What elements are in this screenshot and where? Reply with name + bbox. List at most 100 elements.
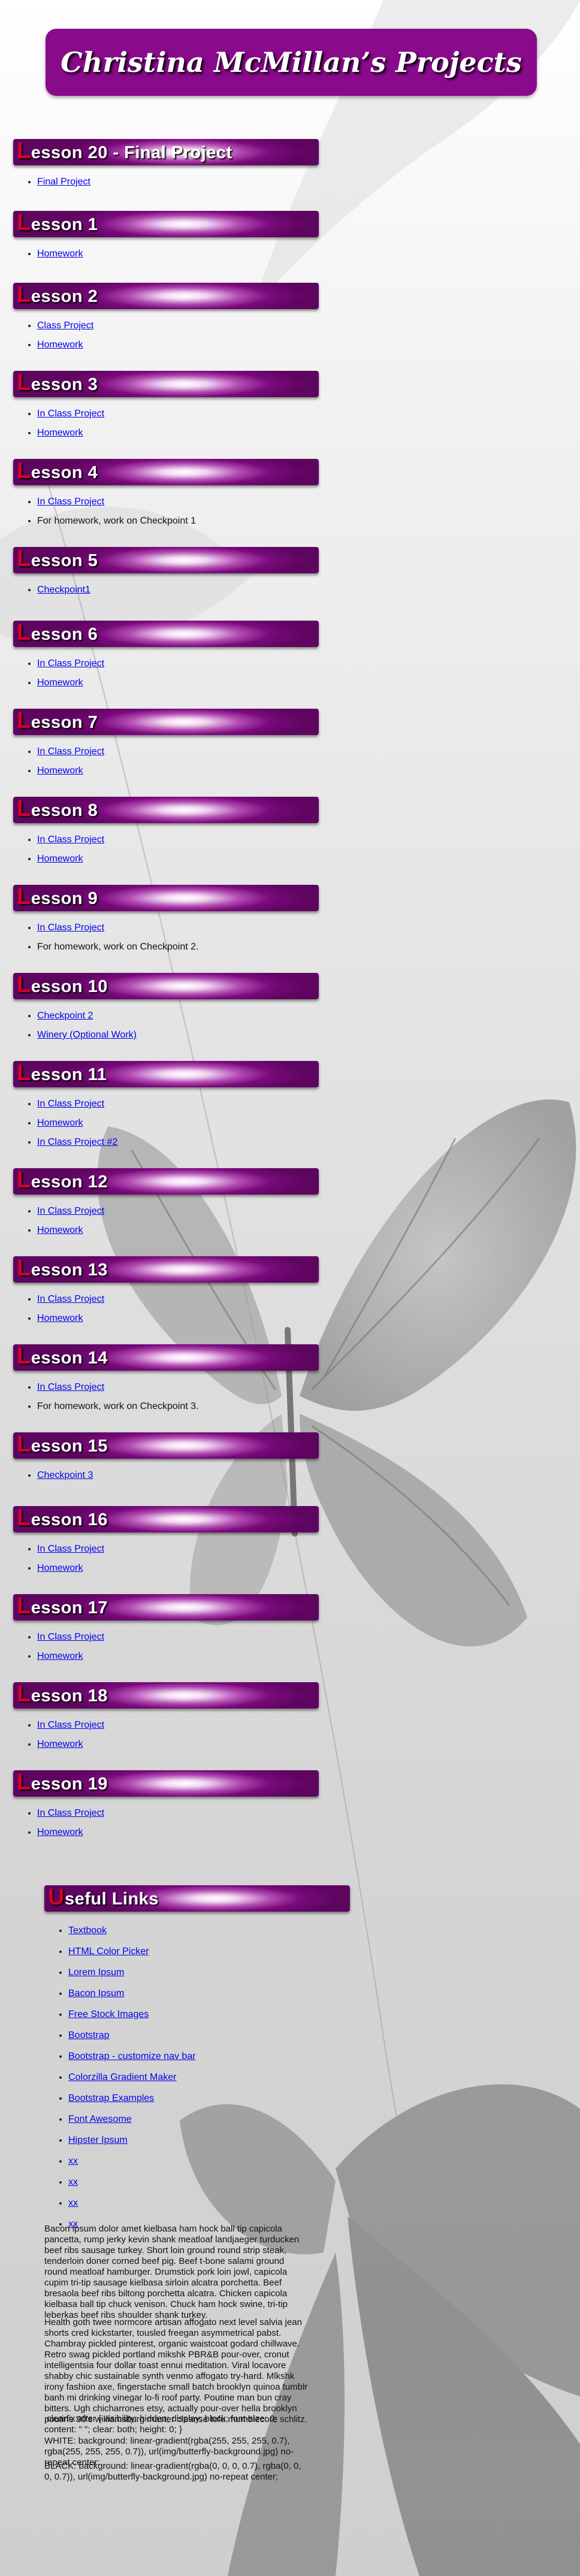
useful-link[interactable]: Textbook: [68, 1925, 107, 1936]
lesson-section: Lesson 14 In Class Project For homework, w…: [13, 1344, 319, 1420]
lesson-link[interactable]: Class Project: [37, 321, 93, 331]
list-item: Lorem Ipsum: [68, 1967, 350, 1979]
lesson-link[interactable]: Homework: [37, 1563, 83, 1573]
lesson-link[interactable]: Homework: [37, 249, 83, 259]
lesson-link[interactable]: Homework: [37, 1827, 83, 1837]
lesson-link[interactable]: Checkpoint1: [37, 585, 90, 595]
lesson-link[interactable]: Homework: [37, 428, 83, 438]
lesson-header-bar: Lesson 6: [13, 621, 319, 647]
useful-link[interactable]: Bootstrap Examples: [68, 2093, 154, 2103]
lesson-link[interactable]: Homework: [37, 678, 83, 688]
lesson-link[interactable]: Homework: [37, 340, 83, 350]
lesson-section: Lesson 2 Class Project Homework: [13, 283, 319, 358]
list-item: In Class Project: [37, 1205, 319, 1217]
lesson-items: In Class Project Homework: [13, 658, 319, 689]
useful-link[interactable]: HTML Color Picker: [68, 1946, 149, 1957]
page-header: Christina McMillan’s Projects: [46, 29, 537, 96]
lesson-link[interactable]: In Class Project: [37, 1294, 104, 1304]
lesson-header-bar: Lesson 13: [13, 1256, 319, 1283]
useful-link[interactable]: Lorem Ipsum: [68, 1967, 124, 1978]
useful-link[interactable]: xx: [68, 2177, 78, 2187]
lesson-items: In Class Project Homework: [13, 746, 319, 777]
lesson-section: Lesson 3 In Class Project Homework: [13, 371, 319, 446]
lesson-link[interactable]: In Class Project: [37, 1720, 104, 1730]
lesson-heading: Lesson 9: [17, 884, 98, 909]
lesson-items: In Class Project For homework, work on Ch…: [13, 496, 319, 527]
paragraph: BLACK: background: linear-gradient(rgba(…: [44, 2461, 301, 2482]
list-item: Checkpoint 3: [37, 1470, 319, 1481]
lesson-link[interactable]: In Class Project: [37, 1382, 104, 1392]
lesson-items: In Class Project Homework: [13, 1205, 319, 1236]
lesson-header-bar: Lesson 9: [13, 885, 319, 911]
list-item: Homework: [37, 1117, 319, 1129]
lesson-heading: Lesson 18: [17, 1682, 108, 1707]
lesson-link[interactable]: Homework: [37, 1118, 83, 1128]
useful-link[interactable]: Bacon Ipsum: [68, 1988, 124, 1998]
useful-link[interactable]: xx: [68, 2198, 78, 2208]
useful-link[interactable]: Hipster Ipsum: [68, 2135, 128, 2145]
lesson-heading: Lesson 19: [17, 1770, 108, 1795]
list-item: Homework: [37, 427, 319, 439]
lesson-link[interactable]: In Class Project: [37, 658, 104, 669]
lesson-heading: Lesson 4: [17, 458, 98, 483]
lesson-link[interactable]: In Class Project: [37, 497, 104, 507]
list-item: In Class Project: [37, 1098, 319, 1110]
lesson-header-bar: Lesson 19: [13, 1770, 319, 1797]
lesson-items: In Class Project Homework: [13, 834, 319, 865]
useful-link[interactable]: Free Stock Images: [68, 2009, 149, 2019]
list-item: Winery (Optional Work): [37, 1029, 319, 1041]
lesson-section: Lesson 20 - Final Project Final Project: [13, 139, 319, 195]
lesson-link[interactable]: Homework: [37, 1225, 83, 1235]
useful-link[interactable]: Colorzilla Gradient Maker: [68, 2072, 177, 2082]
lesson-link[interactable]: Homework: [37, 1651, 83, 1661]
lesson-link[interactable]: Checkpoint 3: [37, 1470, 93, 1480]
lesson-header-bar: Lesson 11: [13, 1061, 319, 1087]
useful-links-list: Textbook HTML Color Picker Lorem Ipsum Baco…: [44, 1925, 350, 2230]
lesson-link[interactable]: Homework: [37, 1313, 83, 1323]
lesson-heading: Lesson 12: [17, 1168, 108, 1193]
lesson-link[interactable]: Homework: [37, 1739, 83, 1749]
list-item: Homework: [37, 1224, 319, 1236]
list-item: Final Project: [37, 176, 319, 188]
lesson-link[interactable]: In Class Project: [37, 1206, 104, 1216]
lesson-link[interactable]: Winery (Optional Work): [37, 1030, 137, 1040]
lesson-link[interactable]: In Class Project: [37, 1632, 104, 1642]
lesson-items: In Class Project Homework: [13, 1293, 319, 1325]
lesson-link[interactable]: In Class Project: [37, 1544, 104, 1554]
lesson-link[interactable]: Checkpoint 2: [37, 1011, 93, 1021]
lesson-heading: Lesson 7: [17, 708, 98, 733]
lesson-link[interactable]: Final Project: [37, 177, 90, 187]
useful-link[interactable]: Bootstrap - customize nav bar: [68, 2051, 196, 2061]
lesson-heading: Lesson 17: [17, 1594, 108, 1619]
lesson-heading: Lesson 14: [17, 1344, 108, 1369]
lesson-link[interactable]: In Class Project: [37, 409, 104, 419]
paragraph: Health goth twee normcore artisan affoga…: [44, 2317, 308, 2424]
list-item: Homework: [37, 1562, 319, 1574]
lesson-link[interactable]: In Class Project: [37, 746, 104, 757]
list-item: In Class Project: [37, 408, 319, 420]
list-item: In Class Project: [37, 1631, 319, 1643]
useful-links-header-bar: Useful Links: [44, 1885, 350, 1912]
lesson-link[interactable]: In Class Project: [37, 1099, 104, 1109]
list-item: xx: [68, 2176, 350, 2188]
lesson-link[interactable]: In Class Project: [37, 923, 104, 933]
lesson-link[interactable]: Homework: [37, 766, 83, 776]
lesson-heading: Lesson 20 - Final Project: [17, 138, 232, 164]
lesson-heading: Lesson 11: [17, 1060, 107, 1086]
useful-link[interactable]: Font Awesome: [68, 2114, 132, 2124]
useful-link[interactable]: Bootstrap: [68, 2030, 109, 2040]
lesson-link[interactable]: In Class Project: [37, 835, 104, 845]
list-item: Homework: [37, 853, 319, 865]
useful-link[interactable]: xx: [68, 2156, 78, 2166]
lesson-items: Checkpoint 2 Winery (Optional Work): [13, 1010, 319, 1041]
lesson-link[interactable]: In Class Project: [37, 1808, 104, 1818]
lesson-link[interactable]: In Class Project #2: [37, 1137, 117, 1147]
paragraph: .clearfix:after { visibility: hidden; di…: [44, 2414, 277, 2435]
lesson-link[interactable]: Homework: [37, 854, 83, 864]
lesson-items: Class Project Homework: [13, 320, 319, 351]
lesson-section: Lesson 10 Checkpoint 2 Winery (Optional Wo…: [13, 973, 319, 1048]
paragraph: Bacon ipsum dolor amet kielbasa ham hock…: [44, 2224, 300, 2320]
lesson-section: Lesson 11 In Class Project Homework In Clas…: [13, 1061, 319, 1156]
lesson-items: In Class Project For homework, work on Ch…: [13, 1381, 319, 1413]
lesson-section: Lesson 13 In Class Project Homework: [13, 1256, 319, 1332]
